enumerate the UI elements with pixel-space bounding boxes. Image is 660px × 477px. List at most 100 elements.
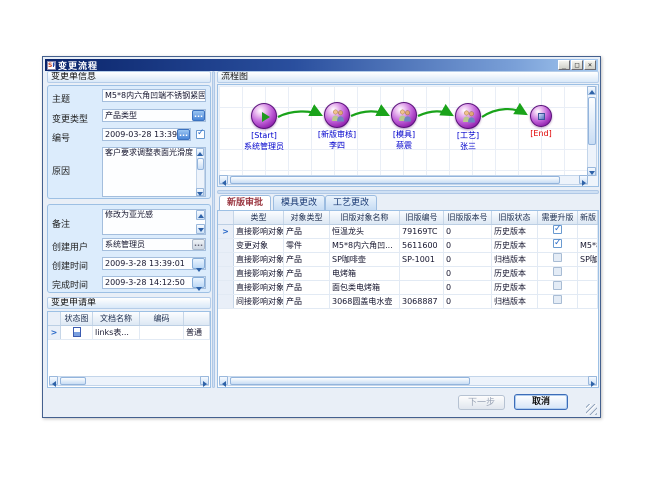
- subject-label: 主题: [52, 92, 70, 105]
- node-step-label: [工艺]: [433, 131, 503, 140]
- request-row[interactable]: > links表... 普通: [48, 326, 210, 340]
- resize-grip[interactable]: [586, 404, 597, 415]
- flow-node-craft[interactable]: [工艺] 张三: [433, 103, 503, 151]
- cell-type: 直接影响对象: [234, 253, 284, 266]
- request-grid-hscrollbar[interactable]: [49, 376, 209, 386]
- title-bar[interactable]: SP 变更流程 _ □ ×: [45, 59, 598, 71]
- table-row[interactable]: 直接影响对象 产品 面包类电烤箱 0 历史版本: [218, 281, 598, 295]
- upgrade-checkbox[interactable]: [553, 281, 562, 290]
- change-type-field[interactable]: 产品类型: [102, 109, 206, 122]
- scroll-right-icon[interactable]: [200, 376, 209, 385]
- upgrade-checkbox[interactable]: [553, 253, 562, 262]
- remark-textarea[interactable]: 修改为亚光感: [102, 209, 206, 235]
- remark-spinner[interactable]: [196, 210, 205, 234]
- scroll-left-icon[interactable]: [49, 376, 58, 385]
- cell-old-name: 恒温龙头: [330, 225, 400, 238]
- change-type-ellipsis-button[interactable]: ...: [192, 110, 205, 121]
- col-new-name[interactable]: 新版: [578, 211, 598, 224]
- create-time-label: 创建时间: [52, 259, 88, 272]
- creator-ellipsis-button[interactable]: ...: [192, 239, 205, 250]
- subject-field[interactable]: M5*8内六角凹端不锈钢紧固螺钉: [102, 89, 206, 102]
- scroll-thumb[interactable]: [60, 377, 86, 385]
- close-button[interactable]: ×: [584, 60, 596, 70]
- cell-new-name: [578, 295, 598, 308]
- tab-craft-change[interactable]: 工艺更改: [325, 195, 377, 210]
- col-old-status[interactable]: 旧版状态: [492, 211, 538, 224]
- number-checkbox[interactable]: [196, 130, 205, 139]
- scroll-thumb[interactable]: [230, 176, 560, 184]
- table-row[interactable]: 变更对象 零件 M5*8内六角凹... 5611600 0 历史版本 M5*8: [218, 239, 598, 253]
- app-icon: SP: [47, 61, 56, 70]
- number-ellipsis-button[interactable]: ...: [177, 129, 190, 140]
- finish-time-dropdown-button[interactable]: [192, 277, 205, 288]
- col-old-code[interactable]: 旧版编号: [400, 211, 444, 224]
- cell-old-code: 79169TC: [400, 225, 444, 238]
- table-row[interactable]: 直接影响对象 产品 SP咖啡壶 SP-1001 0 归档版本 SP咖: [218, 253, 598, 267]
- scroll-up-icon[interactable]: [196, 148, 204, 156]
- create-time-field[interactable]: 2009-3-28 13:39:01: [102, 257, 206, 270]
- col-code[interactable]: 编码: [140, 312, 184, 325]
- col-old-ver[interactable]: 旧版版本号: [444, 211, 492, 224]
- scroll-up-icon[interactable]: [587, 86, 596, 95]
- scroll-right-icon[interactable]: [588, 376, 597, 385]
- spin-down-icon[interactable]: [196, 224, 205, 234]
- impact-grid-hscrollbar[interactable]: [219, 376, 597, 386]
- row-selector: [218, 281, 234, 294]
- flow-node-end[interactable]: [End]: [506, 103, 576, 138]
- flow-chart: [Start] 系统管理员 [新版审核] 李四: [217, 84, 599, 187]
- scroll-thumb[interactable]: [197, 158, 204, 170]
- col-doc-name[interactable]: 文档名称: [93, 312, 140, 325]
- maximize-button[interactable]: □: [571, 60, 583, 70]
- upgrade-checkbox[interactable]: [553, 225, 562, 234]
- col-obj-type[interactable]: 对象类型: [284, 211, 330, 224]
- col-upgrade[interactable]: 需要升版: [538, 211, 578, 224]
- cell-old-status: 历史版本: [492, 267, 538, 280]
- scroll-left-icon[interactable]: [219, 175, 228, 184]
- reason-scrollbar[interactable]: [196, 148, 205, 196]
- finish-time-field[interactable]: 2009-3-28 14:12:50: [102, 276, 206, 289]
- next-button[interactable]: 下一步: [458, 395, 505, 410]
- col-old-name[interactable]: 旧版对象名称: [330, 211, 400, 224]
- scroll-left-icon[interactable]: [219, 376, 228, 385]
- spin-up-icon[interactable]: [196, 210, 205, 220]
- flow-and-grid-panel: 流程图 [Start] 系统管理: [217, 71, 599, 388]
- creator-field[interactable]: 系统管理员: [102, 238, 206, 251]
- cell-upgrade: [538, 253, 578, 266]
- node-person-label: 系统管理员: [229, 142, 299, 151]
- flow-hscrollbar[interactable]: [219, 175, 588, 185]
- upgrade-checkbox[interactable]: [553, 239, 562, 248]
- cell-upgrade: [538, 281, 578, 294]
- cell-new-name: SP咖: [578, 253, 598, 266]
- row-selector: [218, 267, 234, 280]
- reason-textarea[interactable]: 客户要求调整表面光滑度: [102, 147, 206, 197]
- cell-type: 直接影响对象: [234, 281, 284, 294]
- horizontal-splitter[interactable]: [217, 190, 599, 194]
- minimize-button[interactable]: _: [558, 60, 570, 70]
- table-row[interactable]: 直接影响对象 产品 电烤箱 0 历史版本: [218, 267, 598, 281]
- flow-node-start[interactable]: [Start] 系统管理员: [229, 103, 299, 151]
- scroll-thumb[interactable]: [588, 97, 596, 145]
- table-row[interactable]: > 直接影响对象 产品 恒温龙头 79169TC 0 历史版本: [218, 225, 598, 239]
- upgrade-checkbox[interactable]: [553, 267, 562, 276]
- col-status-icon[interactable]: 状态图: [61, 312, 93, 325]
- table-row[interactable]: 间接影响对象 产品 3068圆盖电水壶 3068887 0 归档版本: [218, 295, 598, 309]
- scroll-right-icon[interactable]: [579, 175, 588, 184]
- flow-panel-header: 流程图: [217, 71, 599, 83]
- cancel-button[interactable]: 取消: [514, 394, 568, 410]
- vertical-splitter[interactable]: [212, 71, 215, 388]
- flow-canvas[interactable]: [Start] 系统管理员 [新版审核] 李四: [219, 86, 588, 176]
- cell-type: 变更对象: [234, 239, 284, 252]
- cell-obj-type: 零件: [284, 239, 330, 252]
- tab-mold-change[interactable]: 模具更改: [273, 195, 325, 210]
- scroll-thumb[interactable]: [230, 377, 470, 385]
- flow-node-mold[interactable]: [模具] 蔡震: [369, 102, 439, 150]
- tab-new-version-approval[interactable]: 新版审批: [219, 195, 271, 210]
- scroll-down-icon[interactable]: [196, 188, 204, 196]
- create-time-dropdown-button[interactable]: [192, 258, 205, 269]
- col-type[interactable]: 类型: [234, 211, 284, 224]
- flow-node-review[interactable]: [新版审核] 李四: [302, 102, 372, 150]
- upgrade-checkbox[interactable]: [553, 295, 562, 304]
- scroll-down-icon[interactable]: [587, 167, 596, 176]
- flow-vscrollbar[interactable]: [587, 86, 597, 176]
- end-node-icon: [530, 105, 552, 127]
